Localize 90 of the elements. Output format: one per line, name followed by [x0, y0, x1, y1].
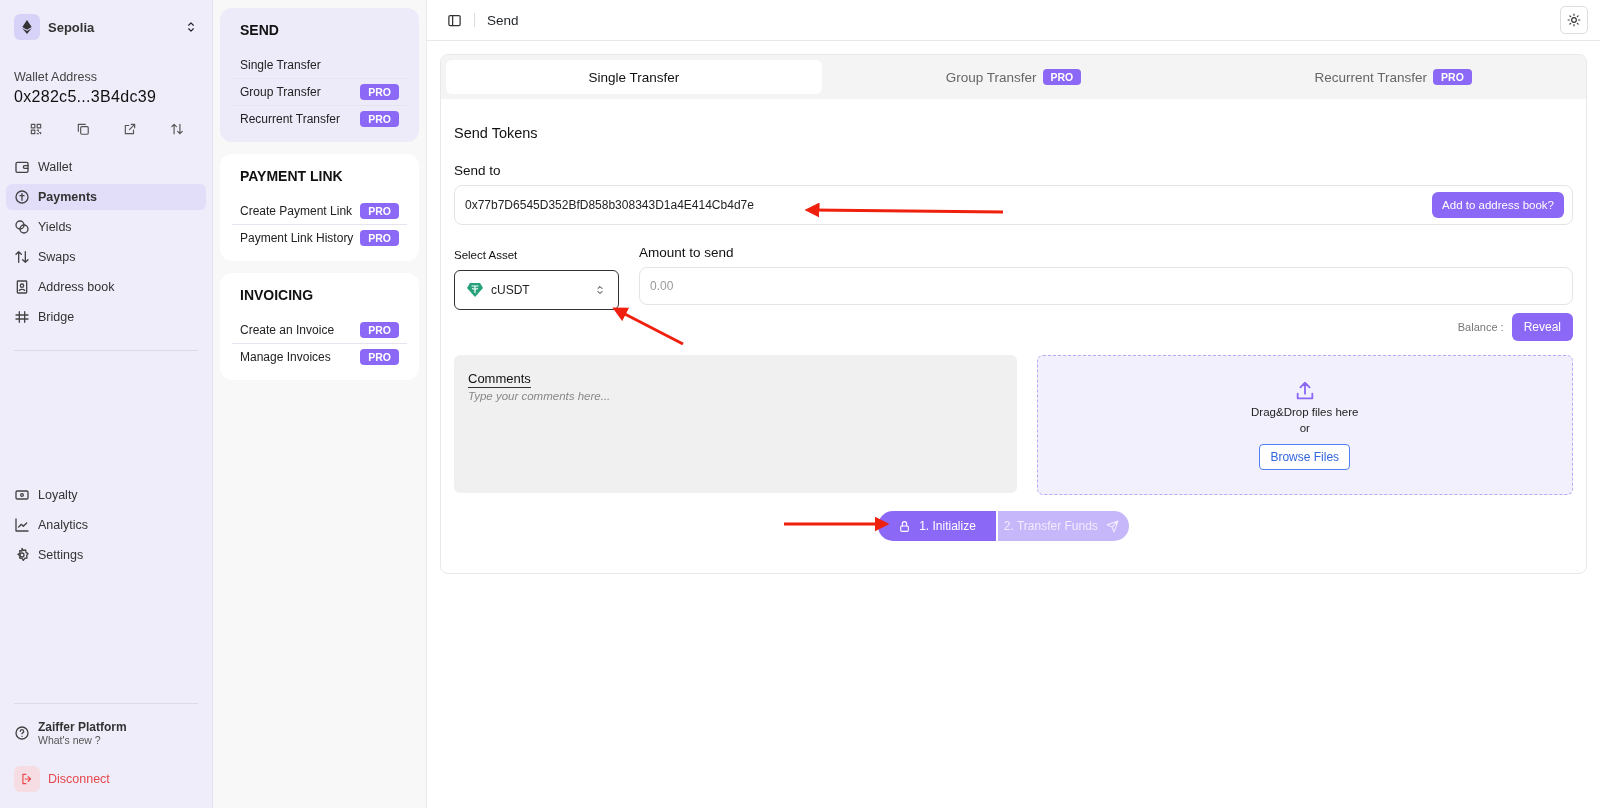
swap-button[interactable] — [169, 122, 184, 136]
qr-code-button[interactable] — [28, 122, 43, 136]
menu-item-label: Single Transfer — [240, 58, 321, 72]
settings-icon — [14, 547, 30, 563]
token-icon — [467, 283, 483, 297]
wallet-address-label: Wallet Address — [14, 70, 98, 84]
drop-hint: Drag&Drop files here — [1251, 406, 1359, 418]
qr-code-icon — [28, 122, 43, 136]
nav-item[interactable]: Payments — [6, 184, 206, 210]
sidebar-icon — [447, 12, 462, 28]
pro-badge: PRO — [360, 349, 399, 365]
form-title: Send Tokens — [454, 125, 539, 141]
comments-label: Comments — [468, 371, 531, 388]
external-link-button[interactable] — [122, 122, 137, 136]
help-icon — [14, 725, 30, 741]
annotation-arrow — [612, 307, 684, 346]
network-name[interactable]: Sepolia — [48, 19, 176, 35]
nav-item[interactable]: Yields — [6, 214, 206, 240]
theme-toggle-button[interactable] — [1560, 6, 1588, 34]
browse-files-button[interactable]: Browse Files — [1259, 444, 1351, 470]
external-link-icon — [122, 122, 137, 136]
chart-icon — [14, 517, 30, 533]
section-title: SEND — [240, 22, 280, 38]
swap-icon — [14, 249, 30, 265]
menu-item[interactable]: Single Transfer — [232, 52, 407, 79]
step-button[interactable]: 1. Initialize — [878, 511, 996, 541]
reveal-button[interactable]: Reveal — [1511, 313, 1573, 341]
copy-icon — [75, 122, 90, 136]
copy-button[interactable] — [75, 122, 90, 136]
rings-icon — [14, 219, 30, 235]
chevron-up-down-icon — [594, 284, 606, 296]
file-drop-zone[interactable]: Drag&Drop files here or Browse Files — [1036, 355, 1573, 495]
tab[interactable]: Group Transfer PRO — [825, 60, 1202, 94]
nav-item[interactable]: Wallet — [6, 154, 206, 180]
add-to-address-book-button[interactable]: Add to address book? — [1432, 192, 1564, 218]
help-title[interactable]: Zaiffer Platform — [38, 720, 127, 734]
sidebar-toggle-button[interactable] — [447, 12, 462, 28]
menu-item-label: Group Transfer — [240, 85, 321, 99]
nav-item[interactable]: Settings — [6, 542, 206, 568]
nav-item[interactable]: Analytics — [6, 512, 206, 538]
nav-item[interactable]: Swaps — [6, 244, 206, 270]
lock-icon — [898, 519, 912, 533]
field-label: Select Asset — [454, 249, 519, 261]
sun-icon — [1567, 13, 1581, 27]
pro-badge: PRO — [360, 203, 399, 219]
menu-item[interactable]: Payment Link History PRO — [232, 225, 407, 251]
pro-badge: PRO — [360, 111, 399, 127]
page-title: Send — [487, 12, 520, 28]
pro-badge: PRO — [360, 322, 399, 338]
address-book-icon — [14, 279, 30, 295]
comments-field[interactable]: Type your comments here... — [468, 390, 1003, 480]
menu-item[interactable]: Create an Invoice PRO — [232, 317, 407, 344]
send-icon — [1105, 519, 1119, 533]
pro-badge: PRO — [1042, 69, 1082, 85]
comments-box[interactable]: Comments Type your comments here... — [454, 355, 1017, 493]
wallet-address: 0x282c5...3B4dc39 — [14, 88, 158, 106]
balance-label: Balance : — [1457, 321, 1504, 333]
amount-field[interactable]: 0.00 — [639, 267, 1573, 305]
field-label: Amount to send — [639, 245, 735, 260]
field-label: Send to — [454, 163, 502, 178]
ethereum-icon — [14, 14, 40, 40]
pro-badge: PRO — [1433, 69, 1472, 85]
nav-item[interactable]: Bridge — [6, 304, 206, 330]
menu-item[interactable]: Group Transfer PRO — [232, 79, 407, 106]
tab[interactable]: Recurrent Transfer PRO — [1205, 60, 1581, 94]
section-title: PAYMENT LINK — [240, 168, 344, 184]
swap-icon — [169, 122, 184, 136]
coin-icon — [14, 189, 30, 205]
menu-item[interactable]: Create Payment Link PRO — [232, 198, 407, 225]
menu-item[interactable]: Manage Invoices PRO — [232, 344, 407, 370]
wallet-icon — [14, 159, 30, 175]
menu-item-label: Create an Invoice — [240, 323, 335, 337]
bridge-icon — [14, 309, 30, 325]
menu-item-label: Manage Invoices — [240, 350, 331, 364]
drop-hint: or — [1299, 422, 1310, 434]
tab[interactable]: Single Transfer — [446, 60, 822, 94]
nav-item[interactable]: Loyalty — [6, 482, 206, 508]
menu-item-label: Recurrent Transfer — [240, 112, 341, 126]
help-subtitle: What's new ? — [38, 734, 102, 746]
nav-item[interactable]: Address book — [6, 274, 206, 300]
menu-item-label: Payment Link History — [240, 231, 354, 245]
pro-badge: PRO — [360, 84, 399, 100]
pro-badge: PRO — [360, 230, 399, 246]
logout-icon — [20, 772, 34, 786]
menu-item-label: Create Payment Link — [240, 204, 353, 218]
ticket-icon — [14, 487, 30, 503]
section-title: INVOICING — [240, 287, 315, 303]
address-field[interactable]: 0x77b7D6545D352BfD858b308343D1a4E414Cb4d7e Add to address book? — [454, 185, 1573, 225]
asset-select[interactable]: cUSDT — [454, 270, 619, 310]
menu-item[interactable]: Recurrent Transfer PRO — [232, 106, 407, 132]
